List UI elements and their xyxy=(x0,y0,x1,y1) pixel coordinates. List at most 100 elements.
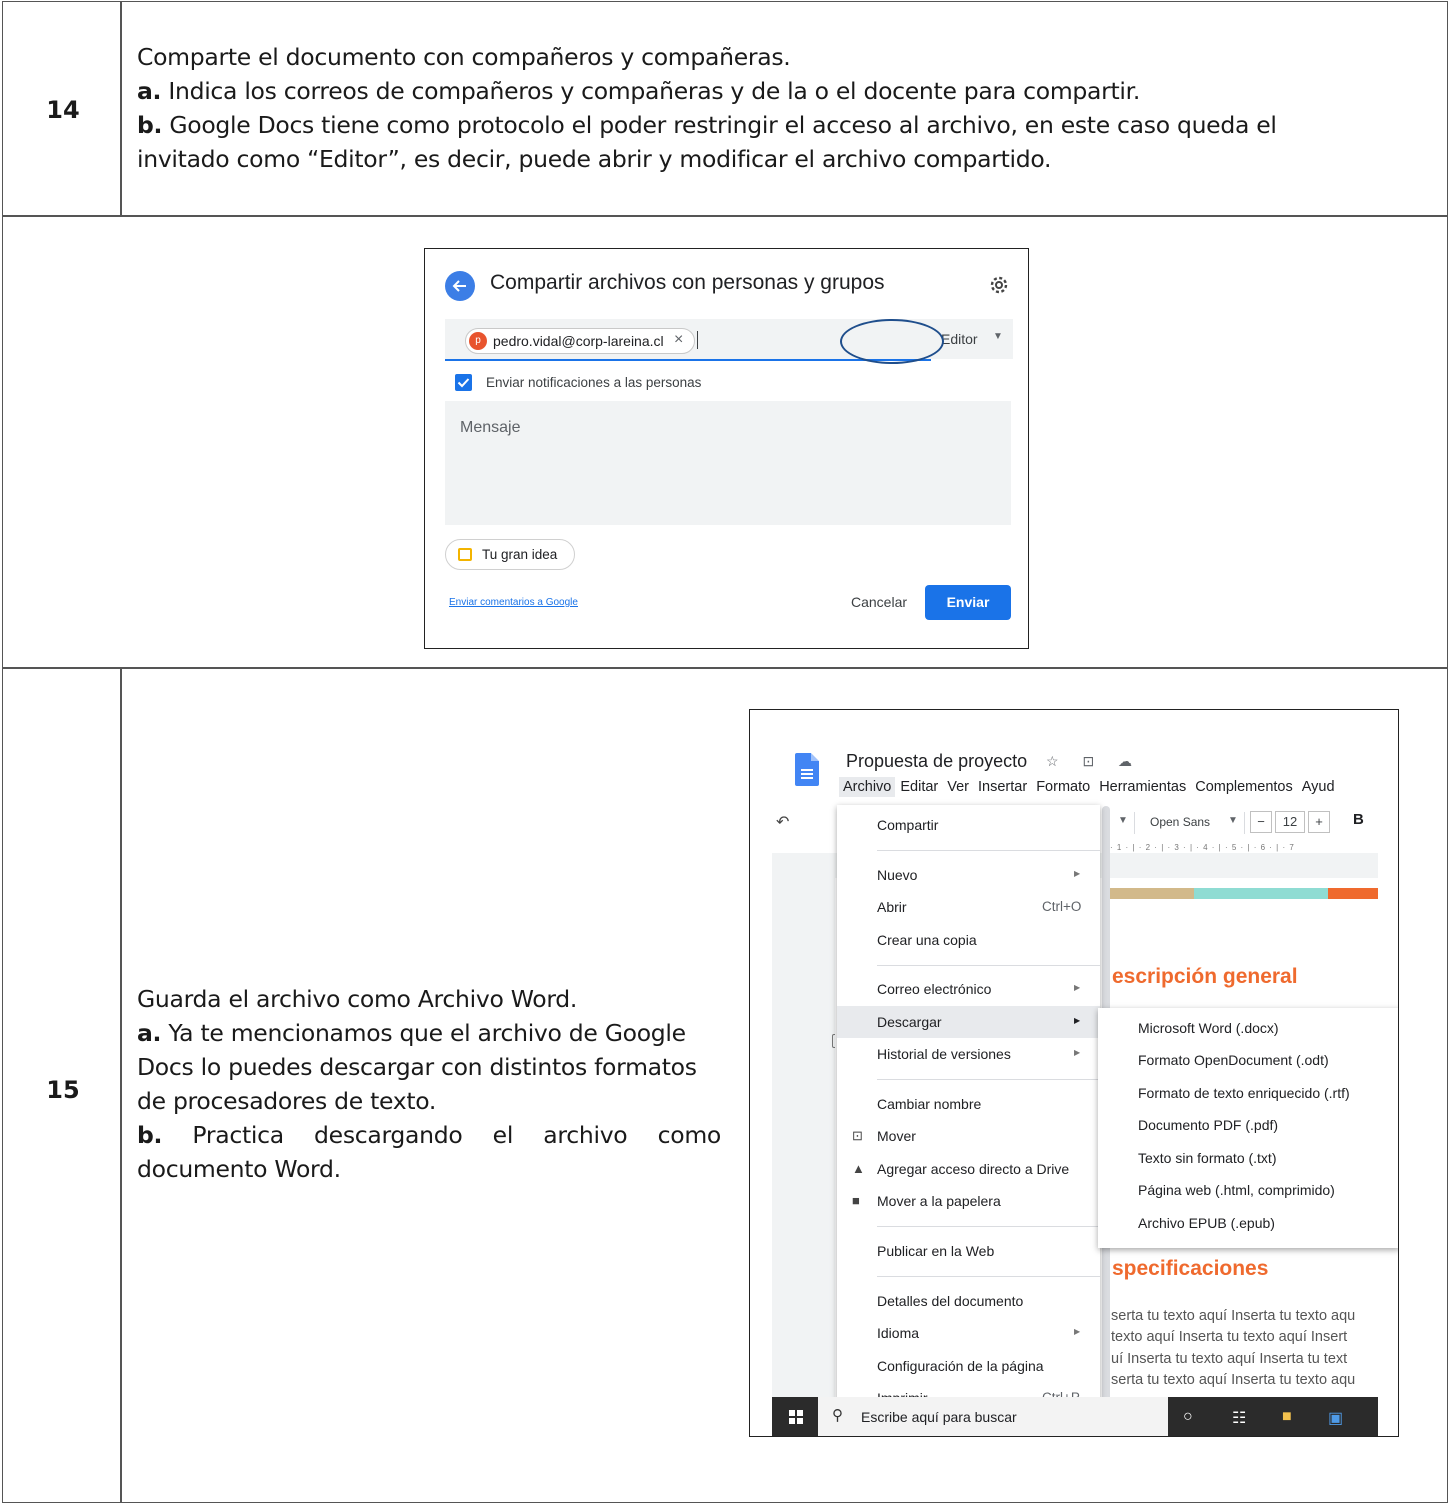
menu-archivo[interactable]: Archivo xyxy=(839,777,896,797)
item-text: Ya te mencionamos que el archivo de Goog… xyxy=(137,1019,697,1115)
menu-item-mover[interactable]: ⊡ Mover xyxy=(837,1120,1100,1152)
search-icon: ⚲ xyxy=(832,1407,843,1424)
menu-herramientas[interactable]: Herramientas xyxy=(1095,777,1190,797)
task-view-icon[interactable]: ☷ xyxy=(1232,1408,1246,1428)
step-item: a. Indica los correos de compañeros y co… xyxy=(137,74,1427,108)
menu-item-label: Mover a la papelera xyxy=(877,1193,1001,1209)
accent-bar xyxy=(1110,888,1194,899)
step-intro: Guarda el archivo como Archivo Word. xyxy=(137,985,578,1013)
menu-ayuda[interactable]: Ayud xyxy=(1298,777,1339,797)
font-selector[interactable]: Open Sans xyxy=(1150,815,1210,829)
item-label: a. xyxy=(137,77,162,105)
menu-ver[interactable]: Ver xyxy=(943,777,973,797)
undo-icon[interactable]: ↶ xyxy=(776,812,789,832)
menu-item-publicar[interactable]: Publicar en la Web xyxy=(837,1235,1100,1267)
menu-item-abrir[interactable]: Abrir Ctrl+O xyxy=(837,891,1100,923)
gear-icon[interactable] xyxy=(988,274,1010,296)
menu-item-idioma[interactable]: Idioma ▶ xyxy=(837,1317,1100,1349)
download-option[interactable]: Formato OpenDocument (.odt) xyxy=(1138,1052,1329,1068)
download-option[interactable]: Página web (.html, comprimido) xyxy=(1138,1182,1335,1198)
shortcut: Ctrl+O xyxy=(1042,899,1082,914)
recipient-chip[interactable]: p pedro.vidal@corp-lareina.cl × xyxy=(465,328,695,354)
menu-item-nuevo[interactable]: Nuevo ▶ xyxy=(837,859,1100,891)
menu-item-label: Cambiar nombre xyxy=(877,1096,982,1112)
avatar: p xyxy=(469,332,487,350)
document-body: serta tu texto aquí Inserta tu texto aqu… xyxy=(1111,1306,1355,1391)
download-submenu: Microsoft Word (.docx) Formato OpenDocum… xyxy=(1098,1008,1398,1248)
bold-button[interactable]: B xyxy=(1353,811,1364,828)
menu-editar[interactable]: Editar xyxy=(896,777,942,797)
cancel-button[interactable]: Cancelar xyxy=(851,594,907,610)
download-option[interactable]: Archivo EPUB (.epub) xyxy=(1138,1215,1275,1231)
step-number: 14 xyxy=(46,96,80,124)
highlight-ellipse xyxy=(840,319,944,364)
row-divider xyxy=(2,667,1448,669)
menu-divider xyxy=(877,1226,1100,1227)
send-button[interactable]: Enviar xyxy=(925,585,1011,620)
menu-divider xyxy=(877,1276,1100,1277)
menu-item-crear-copia[interactable]: Crear una copia xyxy=(837,924,1100,956)
menu-item-label: Detalles del documento xyxy=(877,1293,1024,1309)
menu-formato[interactable]: Formato xyxy=(1032,777,1094,797)
menu-item-detalles[interactable]: Detalles del documento xyxy=(837,1285,1100,1317)
body-line: serta tu texto aquí Inserta tu texto aqu xyxy=(1111,1371,1356,1388)
menu-item-historial[interactable]: Historial de versiones ▶ xyxy=(837,1038,1100,1070)
windows-start-icon[interactable] xyxy=(789,1410,803,1424)
decrease-size-button[interactable]: − xyxy=(1250,811,1272,833)
row-divider xyxy=(2,215,1448,217)
document-title[interactable]: Propuesta de proyecto xyxy=(846,751,1027,772)
menu-item-compartir[interactable]: Compartir xyxy=(837,809,1100,841)
menu-item-cambiar-nombre[interactable]: Cambiar nombre xyxy=(837,1088,1100,1120)
accent-bar xyxy=(1194,888,1328,899)
menu-item-label: Compartir xyxy=(877,817,939,833)
close-icon[interactable]: × xyxy=(674,331,683,349)
menu-divider xyxy=(877,1079,1100,1080)
font-size-input[interactable]: 12 xyxy=(1275,811,1305,833)
ruler: · 1 · | · 2 · | · 3 · | · 4 · | · 5 · | … xyxy=(1110,843,1295,852)
chevron-down-icon[interactable]: ▼ xyxy=(1118,815,1128,826)
toolbar-separator xyxy=(1244,812,1245,834)
menu-complementos[interactable]: Complementos xyxy=(1191,777,1297,797)
menu-item-label: Mover xyxy=(877,1128,916,1144)
menu-item-correo[interactable]: Correo electrónico ▶ xyxy=(837,973,1100,1005)
submenu-arrow-icon: ▶ xyxy=(1074,1327,1081,1336)
menu-item-label: Historial de versiones xyxy=(877,1046,1011,1062)
store-icon[interactable]: ▣ xyxy=(1328,1408,1343,1428)
menu-item-descargar[interactable]: Descargar ▶ xyxy=(837,1006,1100,1038)
docs-logo-icon xyxy=(795,753,819,786)
message-field[interactable]: Mensaje xyxy=(445,401,1011,525)
dialog-title: Compartir archivos con personas y grupos xyxy=(490,271,885,294)
item-text: Indica los correos de compañeros y compa… xyxy=(161,77,1141,105)
increase-size-button[interactable]: + xyxy=(1308,811,1330,833)
chevron-down-icon[interactable]: ▼ xyxy=(1228,815,1238,826)
taskbar-search[interactable]: ⚲ Escribe aquí para buscar xyxy=(818,1397,1168,1436)
feedback-link[interactable]: Enviar comentarios a Google xyxy=(449,597,578,608)
item-text: Google Docs tiene como protocolo el pode… xyxy=(137,111,1277,173)
role-label: Editor xyxy=(941,331,978,347)
title-action-icons[interactable]: ☆ ⊡ ☁ xyxy=(1046,753,1142,770)
back-arrow-icon[interactable] xyxy=(445,271,475,301)
body-line: serta tu texto aquí Inserta tu texto aqu xyxy=(1111,1308,1356,1324)
docs-screenshot: Propuesta de proyecto ☆ ⊡ ☁ Archivo Edita… xyxy=(749,709,1399,1437)
menu-insertar[interactable]: Insertar xyxy=(974,777,1031,797)
download-option[interactable]: Texto sin formato (.txt) xyxy=(1138,1150,1276,1166)
file-explorer-icon[interactable]: ■ xyxy=(1282,1408,1292,1426)
step-instructions: Guarda el archivo como Archivo Word. a. … xyxy=(137,982,721,1186)
menu-item-papelera[interactable]: ■ Mover a la papelera xyxy=(837,1185,1100,1217)
attachment-chip[interactable]: Tu gran idea xyxy=(445,539,575,570)
download-option[interactable]: Documento PDF (.pdf) xyxy=(1138,1117,1278,1133)
item-text: Practica descargando el archivo como doc… xyxy=(137,1121,721,1183)
menu-item-label: Publicar en la Web xyxy=(877,1243,995,1259)
text-cursor xyxy=(697,331,698,349)
menu-item-label: Idioma xyxy=(877,1325,920,1341)
download-option[interactable]: Formato de texto enriquecido (.rtf) xyxy=(1138,1085,1350,1101)
menu-item-acceso-directo[interactable]: ▲ Agregar acceso directo a Drive xyxy=(837,1153,1100,1185)
menu-item-configuracion[interactable]: Configuración de la página xyxy=(837,1350,1100,1382)
notify-checkbox[interactable] xyxy=(455,374,472,391)
document-heading: escripción general xyxy=(1112,965,1298,988)
step-intro: Comparte el documento con compañeros y c… xyxy=(137,43,791,71)
menu-item-label: Abrir xyxy=(877,899,907,915)
download-option[interactable]: Microsoft Word (.docx) xyxy=(1138,1020,1279,1036)
cortana-icon[interactable]: ○ xyxy=(1183,1408,1193,1426)
trash-icon: ■ xyxy=(852,1193,860,1208)
